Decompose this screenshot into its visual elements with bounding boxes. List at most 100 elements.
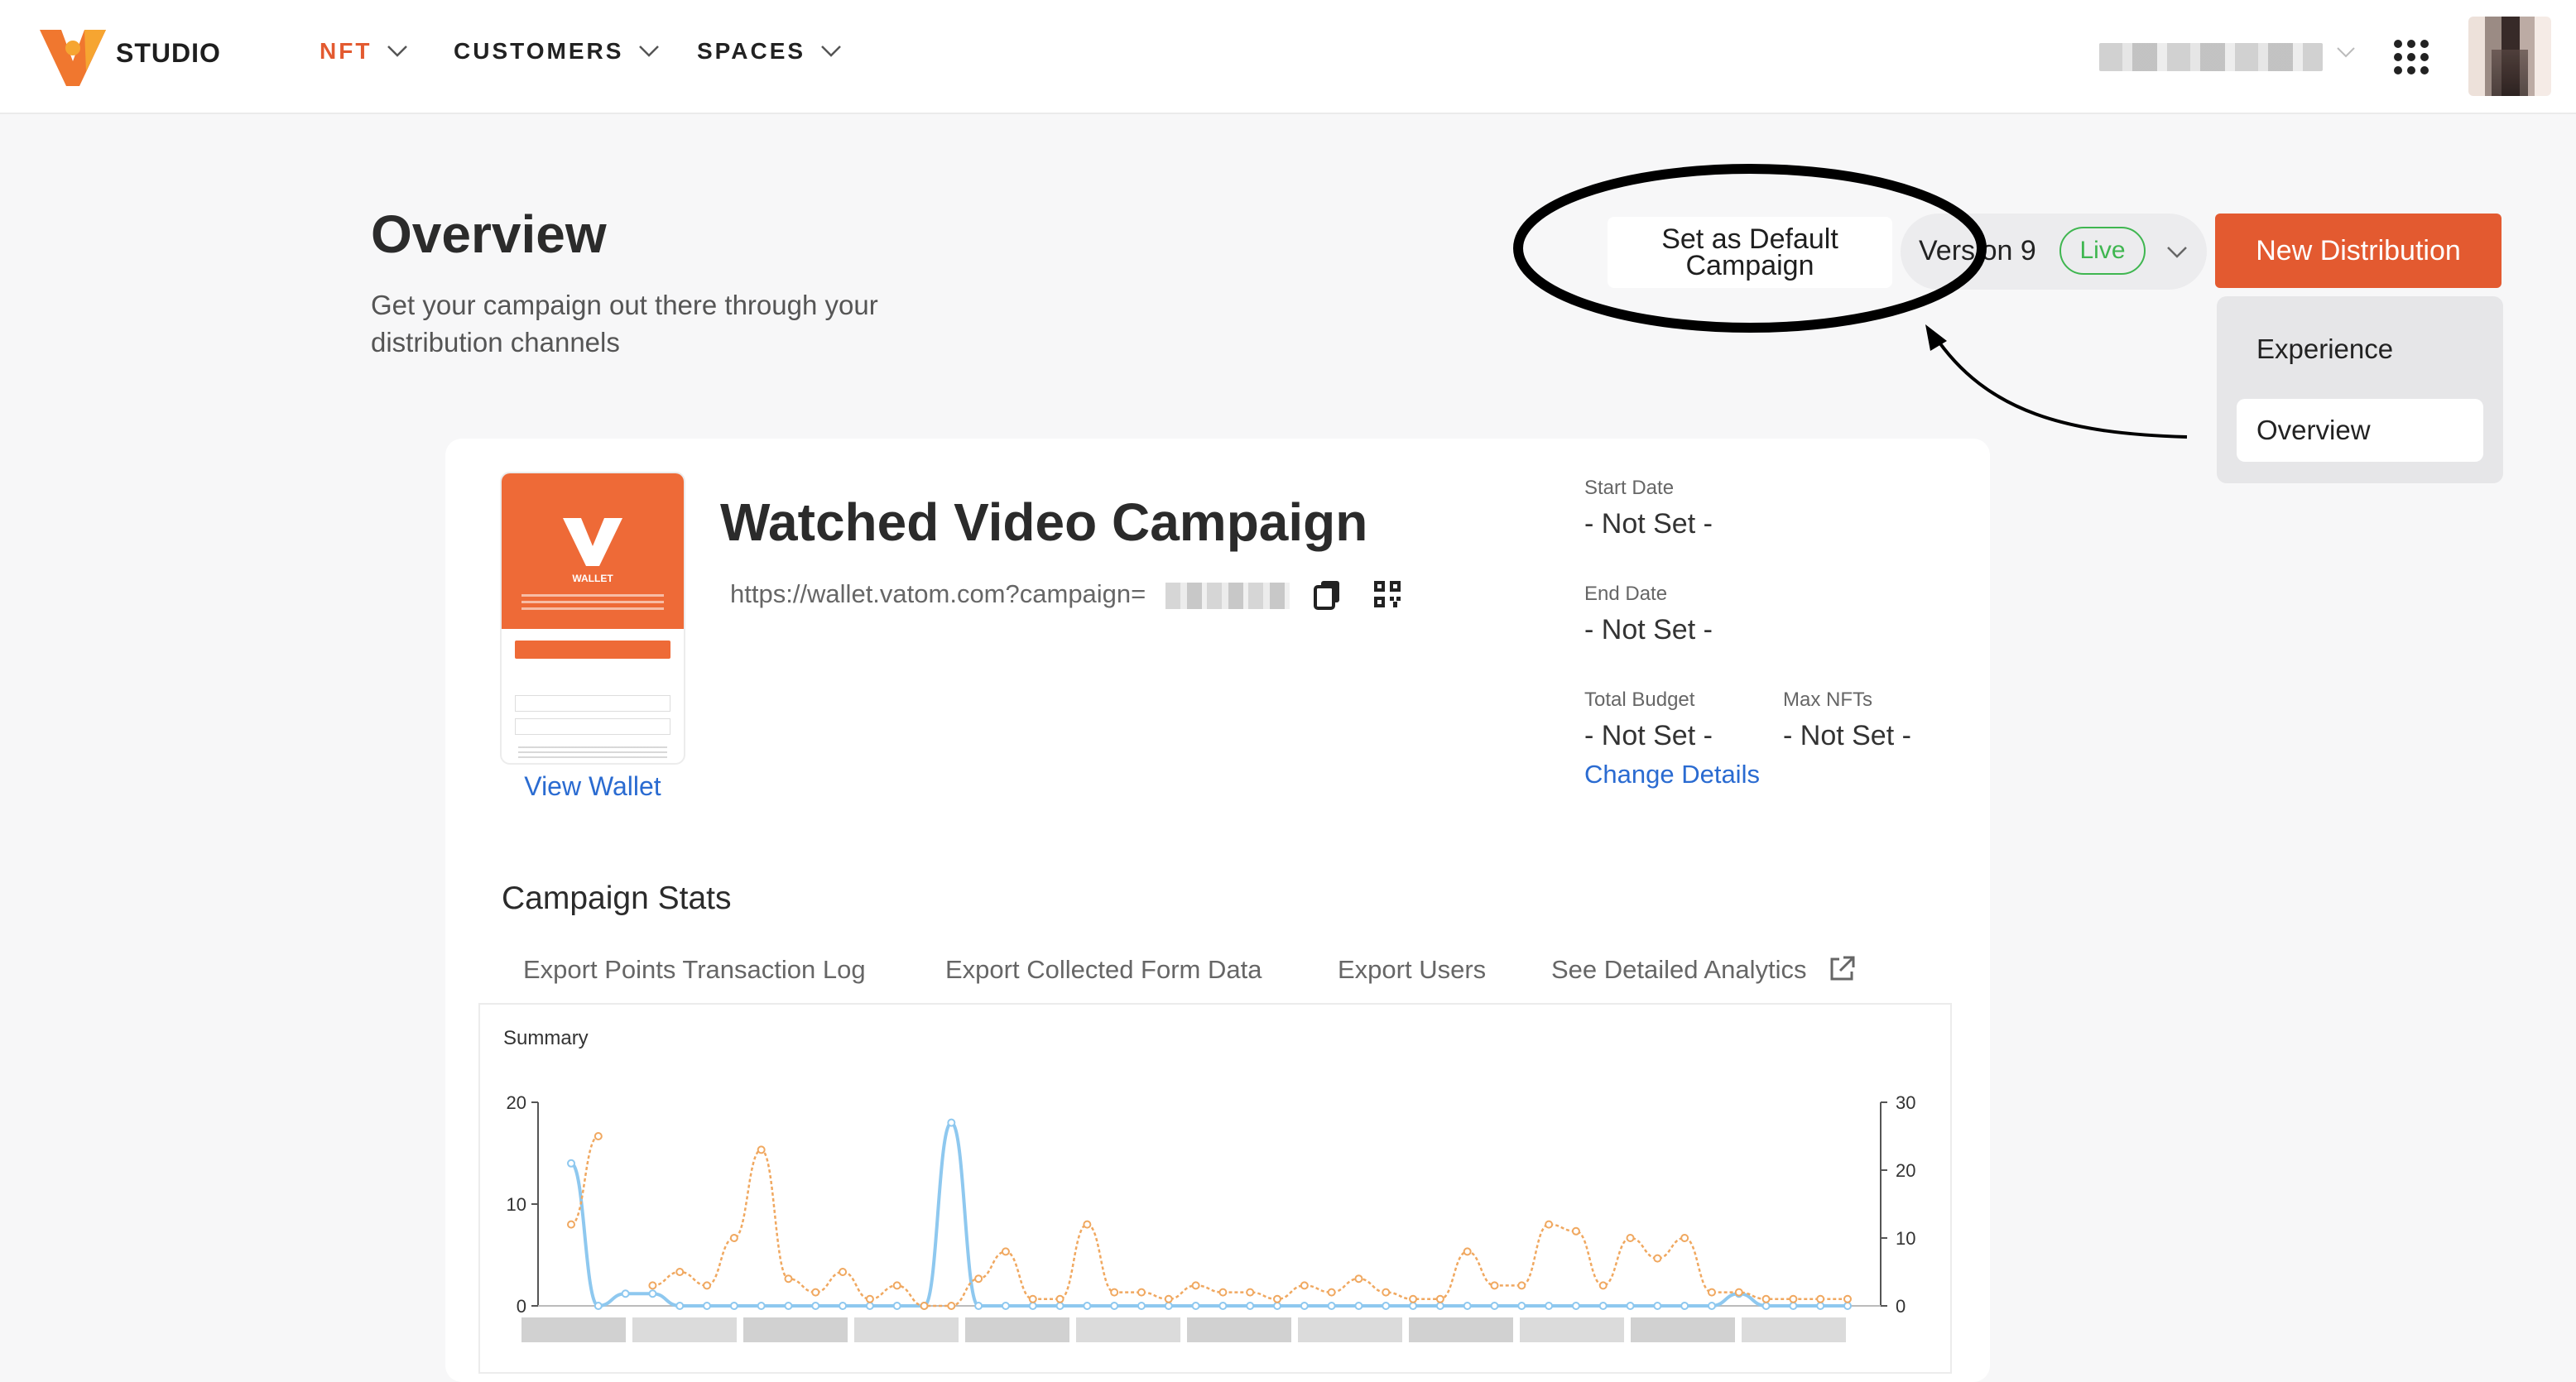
chart-point	[1137, 1288, 1146, 1297]
view-wallet-link[interactable]: View Wallet	[502, 771, 684, 802]
chart-point	[567, 1220, 575, 1229]
end-date-value: - Not Set -	[1584, 614, 1713, 645]
campaign-url: https://wallet.vatom.com?campaign=	[730, 579, 1146, 608]
chart-point	[675, 1268, 685, 1276]
chart-point	[1707, 1288, 1716, 1297]
chevron-down-icon[interactable]	[2336, 46, 2356, 60]
copy-icon[interactable]	[1313, 579, 1343, 611]
export-points-log-link[interactable]: Export Points Transaction Log	[523, 955, 866, 985]
set-default-campaign-button[interactable]: Set as Default Campaign	[1608, 217, 1892, 288]
chart-point	[1273, 1294, 1282, 1303]
x-tick-label-redacted	[521, 1317, 626, 1342]
x-tick-label-redacted	[743, 1317, 848, 1342]
chart-point	[1028, 1294, 1037, 1303]
y-tick-label-right: 20	[1896, 1160, 1915, 1181]
chart-point	[729, 1302, 738, 1310]
chart-point	[567, 1159, 575, 1168]
x-tick-label-redacted	[1520, 1317, 1624, 1342]
chart-point	[1626, 1302, 1635, 1310]
chart-point	[1463, 1247, 1472, 1256]
nav-item-customers[interactable]: CUSTOMERS	[454, 38, 660, 65]
chart-point	[811, 1288, 820, 1297]
new-distribution-button[interactable]: New Distribution	[2215, 214, 2502, 288]
wallet-preview-thumbnail[interactable]: WALLET	[502, 473, 684, 763]
chart-point	[1517, 1281, 1526, 1290]
start-date-value: - Not Set -	[1584, 508, 1713, 540]
x-tick-label-redacted	[1742, 1317, 1846, 1342]
chart-point	[1110, 1302, 1119, 1310]
chart-point	[865, 1302, 874, 1310]
export-form-data-link[interactable]: Export Collected Form Data	[945, 955, 1262, 985]
chart-point	[974, 1274, 983, 1284]
external-link-icon[interactable]	[1828, 955, 1856, 983]
nav-item-spaces[interactable]: SPACES	[697, 38, 842, 65]
end-date-label: End Date	[1584, 583, 1668, 605]
y-tick-label-right: 30	[1896, 1092, 1915, 1113]
user-avatar[interactable]	[2468, 17, 2551, 96]
qr-code-icon[interactable]	[1372, 579, 1402, 609]
user-name-redacted[interactable]	[2099, 43, 2323, 71]
chart-point	[1789, 1294, 1798, 1303]
x-tick-label-redacted	[1187, 1317, 1291, 1342]
menu-item-overview[interactable]: Overview	[2237, 399, 2483, 462]
chevron-down-icon	[639, 46, 660, 57]
chevron-down-icon	[387, 46, 408, 57]
chart-point	[1789, 1302, 1798, 1310]
chart-point	[1409, 1294, 1418, 1303]
menu-item-experience[interactable]: Experience	[2237, 318, 2483, 381]
chart-point	[675, 1302, 685, 1310]
detailed-analytics-link[interactable]: See Detailed Analytics	[1551, 955, 1806, 985]
chart-point	[1246, 1288, 1255, 1297]
chart-point	[1083, 1302, 1092, 1310]
chart-point	[1680, 1234, 1689, 1242]
chart-point	[1490, 1302, 1499, 1310]
distribution-menu: Experience Overview	[2217, 296, 2503, 483]
chart-point	[1246, 1302, 1255, 1310]
chart-point	[648, 1289, 657, 1298]
y-tick-label-right: 0	[1896, 1296, 1906, 1317]
wallet-terms-text	[518, 746, 667, 758]
chart-point	[1382, 1288, 1391, 1297]
wallet-description-lines	[521, 594, 664, 611]
start-date-label: Start Date	[1584, 477, 1675, 499]
app-brand: STUDIO	[116, 38, 221, 68]
apps-grid-icon[interactable]	[2392, 38, 2430, 76]
chart-point	[784, 1302, 793, 1310]
chart-point	[892, 1281, 901, 1290]
change-details-link[interactable]: Change Details	[1584, 760, 1760, 789]
wallet-metamask-button	[515, 718, 670, 735]
chart-point	[729, 1234, 738, 1242]
chart-point	[1761, 1302, 1771, 1310]
max-nfts-value: - Not Set -	[1783, 720, 1911, 751]
chart-point	[1218, 1302, 1228, 1310]
annotation-arrow	[1932, 333, 2188, 439]
top-navigation-bar: STUDIO NFT CUSTOMERS SPACES	[0, 0, 2576, 114]
chart-point	[1055, 1294, 1065, 1303]
chart-point	[1055, 1302, 1065, 1310]
y-tick-label-right: 10	[1896, 1228, 1915, 1249]
chart-point	[757, 1145, 766, 1154]
export-users-link[interactable]: Export Users	[1338, 955, 1486, 985]
chart-point	[703, 1281, 712, 1290]
chart-point	[1463, 1302, 1472, 1310]
chart-point	[1598, 1281, 1608, 1290]
chart-point	[1300, 1302, 1309, 1310]
chart-point	[1083, 1220, 1092, 1229]
chevron-down-icon[interactable]	[2165, 245, 2189, 260]
chart-point	[1327, 1302, 1336, 1310]
nav-item-nft[interactable]: NFT	[320, 38, 408, 65]
campaign-title: Watched Video Campaign	[720, 492, 1368, 552]
chart-point	[648, 1281, 657, 1290]
x-tick-label-redacted	[632, 1317, 737, 1342]
page-title: Overview	[371, 204, 607, 264]
chart-point	[1545, 1220, 1554, 1229]
y-tick-label-left: 20	[507, 1092, 526, 1113]
summary-chart: Summary 20 10 0 30 20 10 0	[503, 1027, 1915, 1342]
chart-point	[1354, 1274, 1363, 1284]
wallet-sign-in-button	[515, 641, 670, 659]
chart-point	[892, 1302, 901, 1310]
chart-point	[1191, 1281, 1200, 1290]
campaign-stats-title: Campaign Stats	[502, 881, 732, 916]
vatom-logo[interactable]	[36, 23, 109, 89]
chart-point	[784, 1274, 793, 1284]
